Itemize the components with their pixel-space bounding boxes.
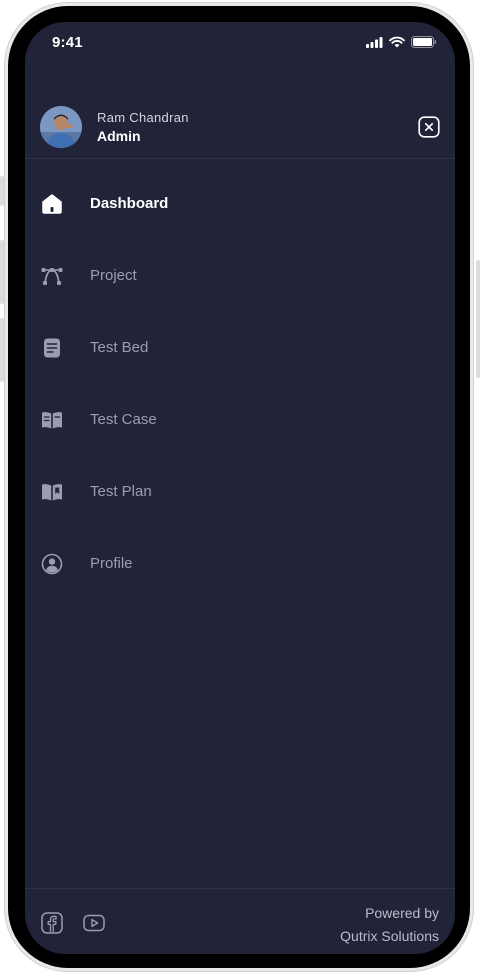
- header-divider: [25, 158, 455, 159]
- mute-switch: [0, 176, 4, 206]
- menu-item-dashboard[interactable]: Dashboard: [25, 176, 455, 232]
- avatar-photo: [40, 106, 82, 148]
- user-role: Admin: [97, 128, 141, 144]
- menu-label-test-case: Test Case: [90, 411, 157, 428]
- menu-label-profile: Profile: [90, 555, 133, 572]
- status-bar: 9:41: [25, 22, 455, 66]
- volume-down-button: [0, 318, 4, 382]
- user-circle-icon: [41, 553, 63, 575]
- facebook-icon[interactable]: [41, 912, 63, 934]
- company-name: Qutrix Solutions: [340, 928, 439, 944]
- bookmark-book-icon: [42, 484, 62, 501]
- home-icon: [42, 194, 62, 214]
- bezier-curve-icon: [41, 268, 63, 285]
- menu-item-test-bed[interactable]: Test Bed: [25, 320, 455, 376]
- youtube-icon[interactable]: [83, 912, 105, 934]
- avatar[interactable]: [40, 106, 82, 148]
- drawer-footer: Powered by Qutrix Solutions: [25, 888, 455, 954]
- close-drawer-button[interactable]: [418, 116, 440, 138]
- document-icon: [44, 338, 60, 358]
- powered-by-line: Powered by: [365, 905, 439, 921]
- menu-item-project[interactable]: Project: [25, 248, 455, 304]
- menu-item-profile[interactable]: Profile: [25, 536, 455, 592]
- status-icons: [366, 36, 437, 48]
- status-time: 9:41: [52, 34, 83, 51]
- menu-label-project: Project: [90, 267, 137, 284]
- volume-up-button: [0, 240, 4, 304]
- menu-label-test-plan: Test Plan: [90, 483, 152, 500]
- menu-label-dashboard: Dashboard: [90, 195, 169, 212]
- battery-icon: [411, 36, 437, 48]
- drawer-header: Ram Chandran Admin: [25, 102, 455, 158]
- app-screen: 9:41 Ram Chandran Admin Dashboard Projec…: [25, 22, 455, 954]
- book-icon: [42, 412, 62, 429]
- menu-label-test-bed: Test Bed: [90, 339, 149, 356]
- powered-by-text: Powered by Qutrix Solutions: [340, 902, 439, 948]
- cellular-signal-icon: [366, 36, 383, 48]
- menu-item-test-case[interactable]: Test Case: [25, 392, 455, 448]
- power-button: [476, 260, 480, 378]
- menu-item-test-plan[interactable]: Test Plan: [25, 464, 455, 520]
- wifi-icon: [389, 36, 405, 48]
- user-name: Ram Chandran: [97, 110, 189, 125]
